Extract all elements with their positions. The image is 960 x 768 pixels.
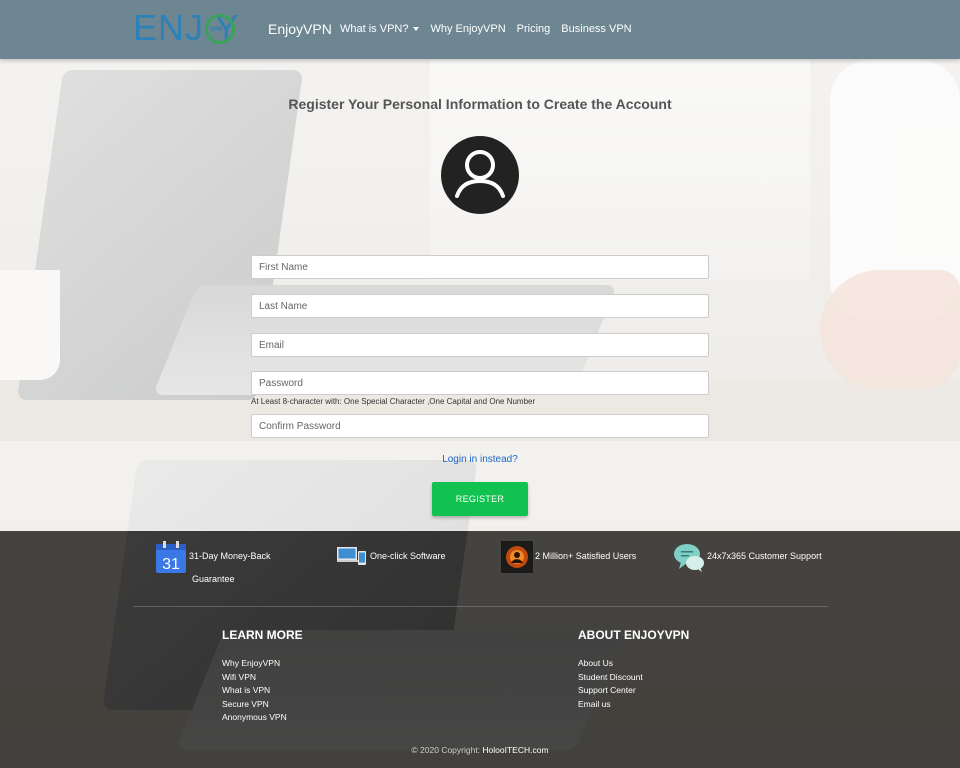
devices-icon	[337, 547, 366, 565]
brand-link[interactable]: EnjoyVPN	[268, 21, 332, 37]
nav-business-vpn[interactable]: Business VPN	[561, 23, 631, 35]
copyright-text: © 2020 Copyright:	[411, 745, 483, 755]
footer-link[interactable]: Student Discount	[578, 671, 643, 685]
confirm-password-input[interactable]	[251, 414, 709, 438]
calendar-icon: 31	[156, 541, 186, 573]
first-name-input[interactable]	[251, 255, 709, 279]
password-input[interactable]	[251, 371, 709, 395]
register-button[interactable]: REGISTER	[432, 482, 528, 516]
feature-text: One-click Software	[370, 551, 446, 561]
footer-link[interactable]: What is VPN	[222, 684, 287, 698]
feature-text: 24x7x365 Customer Support	[707, 551, 822, 561]
logo-badge: VPN	[210, 27, 223, 33]
nav-label: What is VPN?	[340, 23, 409, 35]
learn-more-heading: LEARN MORE	[222, 628, 303, 642]
nav-why-enjoyvpn[interactable]: Why EnjoyVPN	[430, 23, 505, 35]
footer: 31 31-Day Money-Back Guarantee One-click…	[0, 531, 960, 768]
nav-pricing[interactable]: Pricing	[517, 23, 551, 35]
footer-divider	[133, 606, 828, 607]
footer-link[interactable]: Anonymous VPN	[222, 711, 287, 725]
logo[interactable]: ENJ Y VPN	[133, 8, 258, 48]
footer-link[interactable]: Wifi VPN	[222, 671, 287, 685]
nav-what-is-vpn[interactable]: What is VPN?	[340, 23, 420, 35]
last-name-input[interactable]	[251, 294, 709, 318]
footer-link[interactable]: Email us	[578, 698, 643, 712]
login-link[interactable]: Login in instead?	[0, 454, 960, 465]
chat-bubbles-icon	[674, 544, 704, 572]
copyright: © 2020 Copyright: HolooITECH.com	[0, 745, 960, 755]
footer-link[interactable]: Secure VPN	[222, 698, 287, 712]
chevron-down-icon	[413, 27, 420, 31]
about-heading: ABOUT ENJOYVPN	[578, 628, 690, 642]
top-navbar: ENJ Y VPN EnjoyVPN What is VPN? Why Enjo…	[0, 0, 960, 59]
page-title: Register Your Personal Information to Cr…	[288, 96, 672, 112]
feature-text: 31-Day Money-Back	[189, 551, 271, 561]
calendar-number: 31	[162, 556, 180, 573]
main-nav: What is VPN? Why EnjoyVPN Pricing Busine…	[340, 23, 643, 35]
footer-link[interactable]: Support Center	[578, 684, 643, 698]
user-avatar-icon	[441, 136, 519, 214]
footer-link[interactable]: About Us	[578, 657, 643, 671]
users-medal-icon	[501, 541, 533, 573]
learn-more-links: Why EnjoyVPN Wifi VPN What is VPN Secure…	[222, 657, 287, 725]
feature-text-line2: Guarantee	[192, 574, 235, 584]
email-input[interactable]	[251, 333, 709, 357]
footer-link[interactable]: Why EnjoyVPN	[222, 657, 287, 671]
password-hint: At Least 8-character with: One Special C…	[251, 397, 536, 406]
copyright-company-link[interactable]: HolooITECH.com	[482, 745, 548, 755]
feature-text: 2 Million+ Satisfied Users	[535, 551, 637, 561]
about-links: About Us Student Discount Support Center…	[578, 657, 643, 711]
